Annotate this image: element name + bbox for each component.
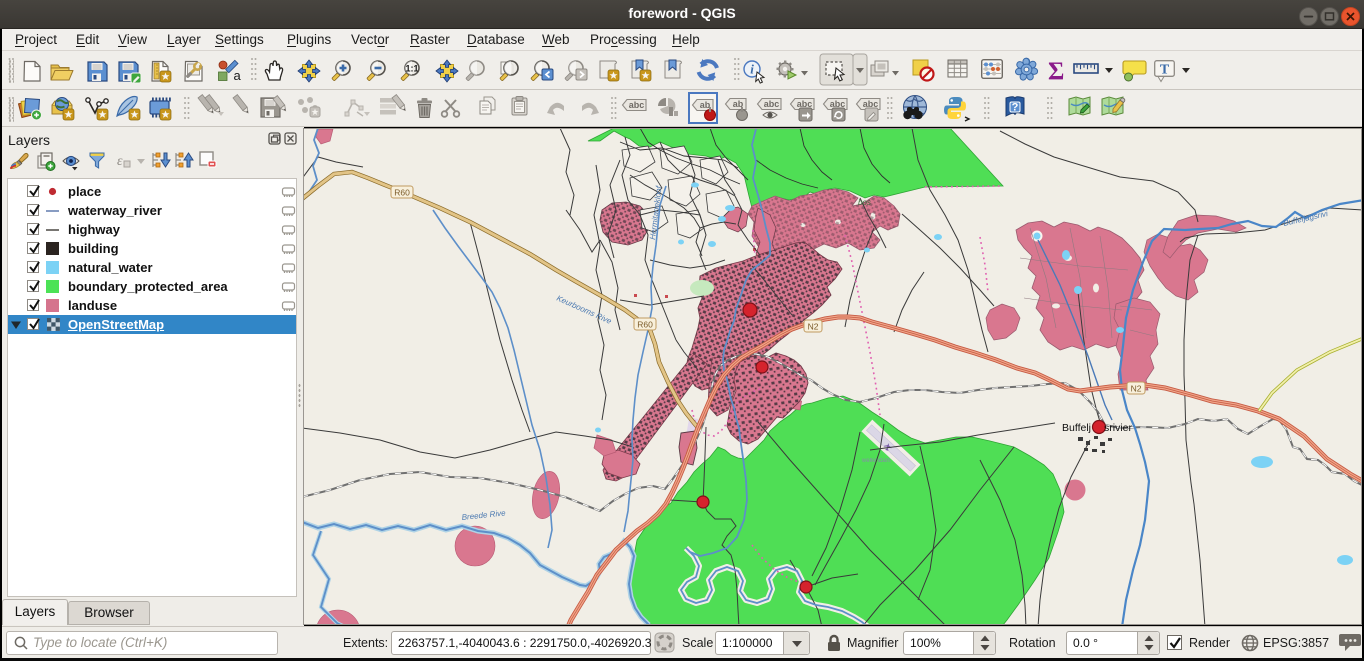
svg-text:1:1: 1:1 xyxy=(405,64,418,74)
svg-text:R60: R60 xyxy=(394,188,410,198)
svg-text:N2: N2 xyxy=(808,322,819,332)
svg-text:Σ: Σ xyxy=(1048,58,1064,85)
svg-text:Buffelj: Buffelj xyxy=(1062,422,1091,434)
svg-text:bos: bos xyxy=(858,198,871,207)
svg-text:R60: R60 xyxy=(637,320,653,330)
svg-text:T: T xyxy=(1160,63,1170,78)
svg-text:ε: ε xyxy=(117,154,123,169)
svg-text:abc: abc xyxy=(764,99,780,109)
svg-text:a: a xyxy=(234,68,242,83)
svg-text:srivier: srivier xyxy=(1104,422,1133,434)
svg-text:i: i xyxy=(750,62,754,77)
svg-text:abc: abc xyxy=(629,100,645,110)
svg-text:N2: N2 xyxy=(1131,384,1142,394)
svg-text:?: ? xyxy=(1012,102,1019,114)
